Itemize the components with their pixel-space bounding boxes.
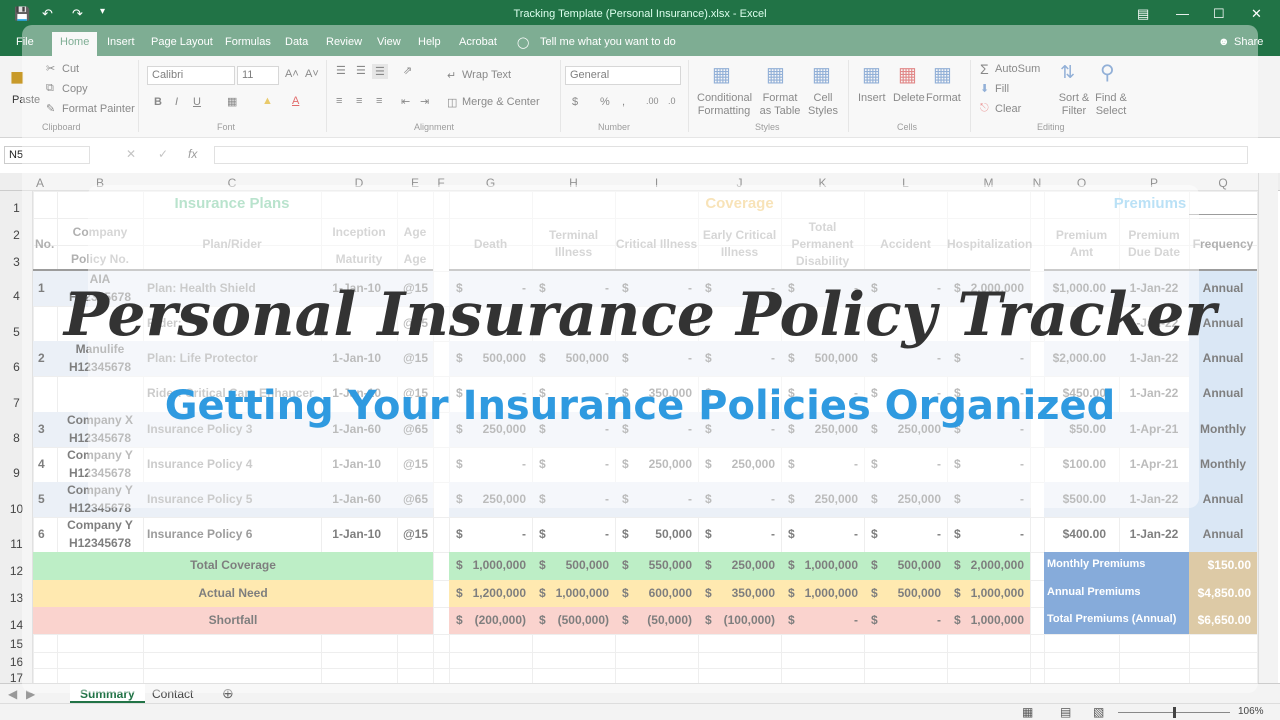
zoom-level[interactable]: 106% <box>1238 706 1264 717</box>
scroll-left-icon[interactable]: ◀ <box>8 687 17 701</box>
minimize-icon[interactable]: — <box>1176 6 1189 21</box>
maximize-icon[interactable]: ☐ <box>1213 6 1225 22</box>
overlay-title: Personal Insurance Policy Tracker <box>63 280 1217 350</box>
zoom-slider-thumb[interactable] <box>1173 707 1176 718</box>
page-layout-view-icon[interactable]: ▤ <box>1060 705 1071 719</box>
normal-view-icon[interactable]: ▦ <box>1022 705 1033 719</box>
status-bar: ▦ ▤ ▧ 106% <box>0 703 1280 720</box>
document-title: Tracking Template (Personal Insurance).x… <box>513 8 767 20</box>
close-icon[interactable]: ✕ <box>1251 6 1262 22</box>
page-break-view-icon[interactable]: ▧ <box>1093 705 1104 719</box>
ribbon-display-icon[interactable]: ▤ <box>1137 6 1149 22</box>
overlay-subtitle: Getting Your Insurance Policies Organize… <box>164 383 1116 429</box>
